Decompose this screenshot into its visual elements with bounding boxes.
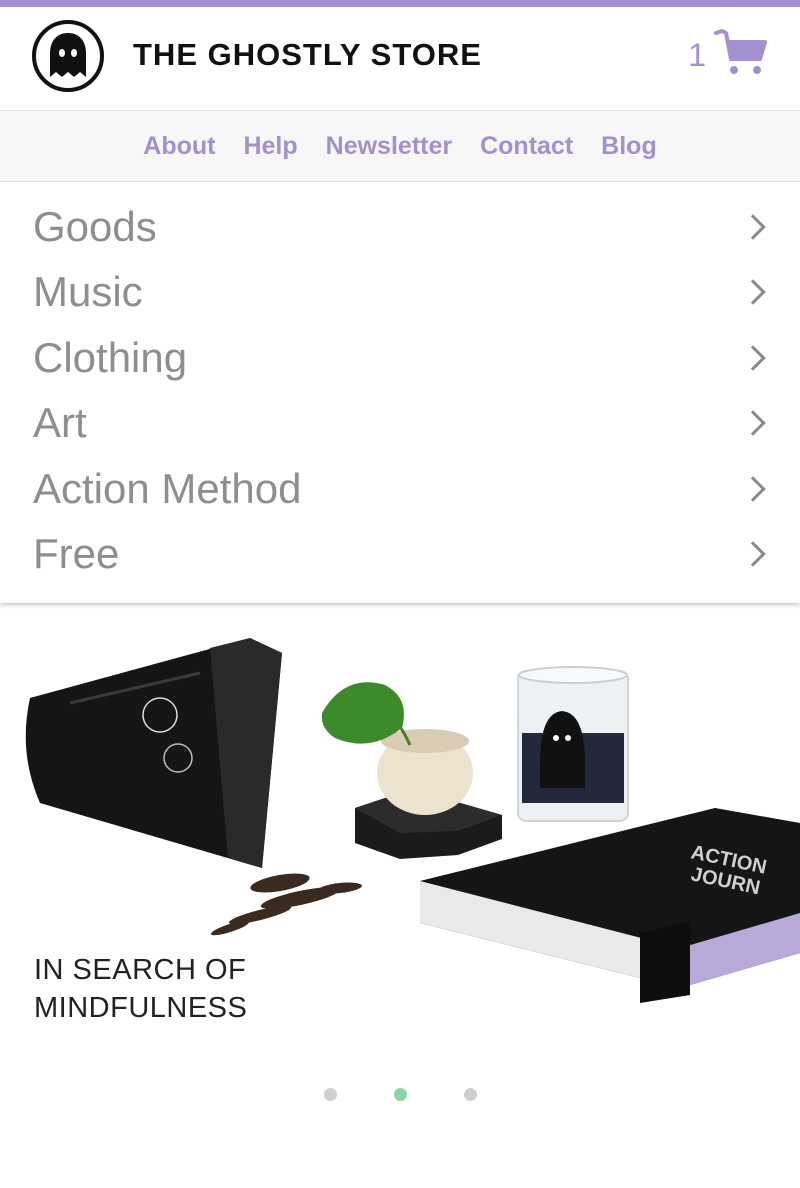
menu-item-clothing[interactable]: Clothing — [0, 325, 800, 391]
nav-link-blog[interactable]: Blog — [601, 132, 657, 161]
nav-link-contact[interactable]: Contact — [480, 132, 573, 161]
nav-link-help[interactable]: Help — [243, 132, 297, 161]
chevron-right-icon — [740, 214, 766, 240]
nav-link-newsletter[interactable]: Newsletter — [326, 132, 452, 161]
brand-name[interactable]: THE GHOSTLY STORE — [133, 37, 482, 73]
cart-button[interactable]: 1 — [688, 29, 768, 82]
hero-caption-line-1: IN SEARCH OF — [34, 954, 247, 986]
chevron-right-icon — [740, 410, 766, 436]
hero-caption: IN SEARCH OF MINDFULNESS — [34, 951, 354, 1027]
carousel-dot[interactable] — [464, 1088, 477, 1101]
carousel-dots — [0, 1088, 800, 1108]
menu-item-label: Art — [33, 399, 87, 447]
chevron-right-icon — [740, 476, 766, 502]
chevron-right-icon — [740, 541, 766, 567]
top-nav: About Help Newsletter Contact Blog — [0, 110, 800, 182]
category-menu: Goods Music Clothing Art Action Method F… — [0, 182, 800, 603]
menu-item-free[interactable]: Free — [0, 522, 800, 588]
carousel-dot[interactable] — [324, 1088, 337, 1101]
nav-link-about[interactable]: About — [143, 132, 215, 161]
menu-item-label: Goods — [33, 202, 157, 250]
top-accent-bar — [0, 0, 800, 7]
cart-count: 1 — [688, 37, 706, 73]
shopping-cart-icon — [714, 29, 768, 82]
menu-item-art[interactable]: Art — [0, 391, 800, 457]
menu-item-music[interactable]: Music — [0, 260, 800, 326]
carousel-dot[interactable] — [394, 1088, 407, 1101]
ghost-logo-icon[interactable] — [32, 20, 104, 92]
menu-item-label: Action Method — [33, 464, 302, 512]
chevron-right-icon — [740, 345, 766, 371]
hero-caption-line-2: MINDFULNESS — [34, 992, 248, 1024]
menu-item-label: Free — [33, 530, 120, 578]
chevron-right-icon — [740, 279, 766, 305]
menu-item-label: Clothing — [33, 333, 188, 381]
menu-item-goods[interactable]: Goods — [0, 194, 800, 260]
menu-item-label: Music — [33, 268, 143, 316]
site-header: THE GHOSTLY STORE 1 — [0, 7, 800, 110]
menu-item-action-method[interactable]: Action Method — [0, 456, 800, 522]
hero-carousel[interactable]: ACTION JOURN IN SEARCH OF MINDFULNESS — [0, 603, 800, 1188]
ghost-logo-graphic — [50, 33, 86, 77]
